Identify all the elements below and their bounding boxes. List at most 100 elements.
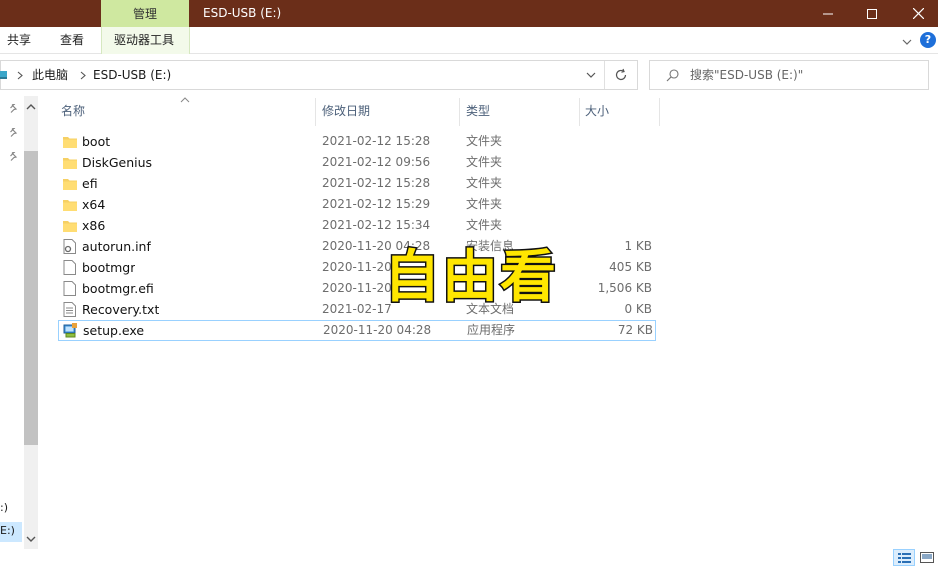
tab-manage-context[interactable]: 管理 [101, 0, 189, 27]
drive-icon [0, 71, 7, 79]
search-icon [666, 69, 679, 82]
window-title: ESD-USB (E:) [203, 6, 282, 20]
pin-icon[interactable] [9, 152, 19, 162]
details-view-icon [898, 553, 911, 563]
file-name: bootmgr.efi [82, 281, 154, 296]
file-row-setup[interactable]: setup.exe 2020-11-20 04:28 应用程序 72 KB [58, 320, 656, 341]
file-size: 72 KB [617, 323, 653, 337]
column-header-name[interactable]: 名称 [61, 96, 85, 126]
close-button[interactable] [895, 0, 938, 27]
title-bar: 管理 ESD-USB (E:) [0, 0, 938, 27]
tab-share[interactable]: 共享 [7, 27, 31, 54]
ribbon-tabs: 共享 查看 驱动器工具 ? [0, 27, 938, 54]
file-size: 405 KB [609, 260, 652, 274]
file-type: 文件夹 [466, 218, 503, 232]
chevron-down-icon [902, 39, 912, 45]
search-input[interactable]: 搜索"ESD-USB (E:)" [690, 61, 803, 89]
scroll-up-icon[interactable] [26, 103, 36, 111]
file-type: 文件夹 [466, 155, 503, 169]
status-bar [0, 549, 938, 567]
file-name: setup.exe [83, 323, 145, 338]
file-size [578, 131, 652, 152]
file-date: 2021-02-12 15:34 [322, 218, 431, 232]
file-icon [63, 260, 76, 275]
file-icon [63, 281, 76, 296]
pin-icon[interactable] [9, 128, 19, 138]
chevron-right-icon [80, 71, 86, 80]
pin-icon[interactable] [9, 104, 19, 114]
minimize-icon [823, 13, 833, 14]
file-row-boot[interactable]: boot 2021-02-12 15:28 文件夹 [58, 131, 656, 152]
address-bar[interactable]: 此电脑 ESD-USB (E:) [0, 60, 638, 90]
file-row-x86[interactable]: x86 2021-02-12 15:34 文件夹 [58, 215, 656, 236]
ribbon-expand-button[interactable] [902, 35, 912, 49]
file-size [578, 173, 652, 194]
settings-file-icon [63, 239, 76, 254]
file-row-x64[interactable]: x64 2021-02-12 15:29 文件夹 [58, 194, 656, 215]
column-divider[interactable] [579, 98, 580, 126]
file-row-efi[interactable]: efi 2021-02-12 15:28 文件夹 [58, 173, 656, 194]
tab-view[interactable]: 查看 [60, 27, 84, 54]
file-date: 2020-11-20 [322, 260, 392, 274]
file-size [578, 215, 652, 236]
file-type: 文件夹 [466, 197, 503, 211]
file-date: 2021-02-12 09:56 [322, 155, 431, 169]
file-type: 应用程序 [467, 323, 516, 337]
file-name: x86 [82, 218, 106, 233]
file-size: 0 KB [624, 302, 652, 316]
refresh-icon[interactable] [614, 68, 628, 82]
file-name: boot [82, 134, 111, 149]
file-date: 2021-02-12 15:29 [322, 197, 431, 211]
sort-ascending-icon [180, 97, 190, 103]
folder-icon [63, 200, 77, 211]
file-row-autorun[interactable]: autorun.inf 2020-11-20 04:28 安装信息 1 KB [58, 236, 656, 257]
tab-drive-tools[interactable]: 驱动器工具 [114, 27, 174, 54]
file-date: 2021-02-17 [322, 302, 392, 316]
file-size: 1,506 KB [597, 281, 652, 295]
address-divider [604, 61, 605, 89]
column-divider[interactable] [459, 98, 460, 126]
nav-drive-label-selected[interactable]: E:) [0, 524, 15, 537]
folder-icon [63, 158, 77, 169]
file-name: DiskGenius [82, 155, 153, 170]
large-icons-view-icon [920, 552, 934, 563]
column-divider[interactable] [315, 98, 316, 126]
help-button[interactable]: ? [920, 32, 936, 48]
file-date: 2020-11-20 04:28 [323, 323, 432, 337]
file-row-recovery[interactable]: Recovery.txt 2021-02-17 文本文档 0 KB [58, 299, 656, 320]
file-row-bootmgr-efi[interactable]: bootmgr.efi 2020-11-20 1,506 KB [58, 278, 656, 299]
file-date: 2021-02-12 15:28 [322, 176, 431, 190]
chevron-right-icon [17, 71, 23, 80]
watermark-text: 自由看 [383, 244, 558, 311]
file-date: 2020-11-20 [322, 281, 392, 295]
breadcrumb-esd-usb[interactable]: ESD-USB (E:) [93, 61, 171, 89]
file-type: 文件夹 [466, 134, 503, 148]
close-icon [912, 8, 924, 19]
folder-icon [63, 179, 77, 190]
file-name: autorun.inf [82, 239, 151, 254]
file-row-diskgenius[interactable]: DiskGenius 2021-02-12 09:56 文件夹 [58, 152, 656, 173]
scroll-down-icon[interactable] [26, 535, 36, 543]
setup-exe-icon [63, 323, 77, 338]
file-name: x64 [82, 197, 106, 212]
file-name: efi [82, 176, 98, 191]
file-name: Recovery.txt [82, 302, 160, 317]
column-header-type[interactable]: 类型 [466, 96, 490, 126]
folder-icon [63, 221, 77, 232]
nav-drive-label[interactable]: :) [0, 501, 8, 514]
nav-scrollbar-thumb[interactable] [24, 151, 38, 445]
file-name: bootmgr [82, 260, 136, 275]
minimize-button[interactable] [805, 0, 851, 27]
search-box[interactable]: 搜索"ESD-USB (E:)" [649, 60, 929, 90]
file-row-bootmgr[interactable]: bootmgr 2020-11-20 405 KB [58, 257, 656, 278]
breadcrumb-this-pc[interactable]: 此电脑 [32, 61, 68, 89]
column-divider[interactable] [659, 98, 660, 126]
maximize-button[interactable] [849, 0, 895, 27]
large-icons-view-button[interactable] [917, 549, 937, 566]
file-size: 1 KB [624, 239, 652, 253]
maximize-icon [867, 8, 877, 19]
column-header-size[interactable]: 大小 [585, 96, 609, 126]
file-date: 2021-02-12 15:28 [322, 134, 431, 148]
details-view-button[interactable] [893, 549, 915, 566]
column-header-date[interactable]: 修改日期 [322, 96, 370, 126]
